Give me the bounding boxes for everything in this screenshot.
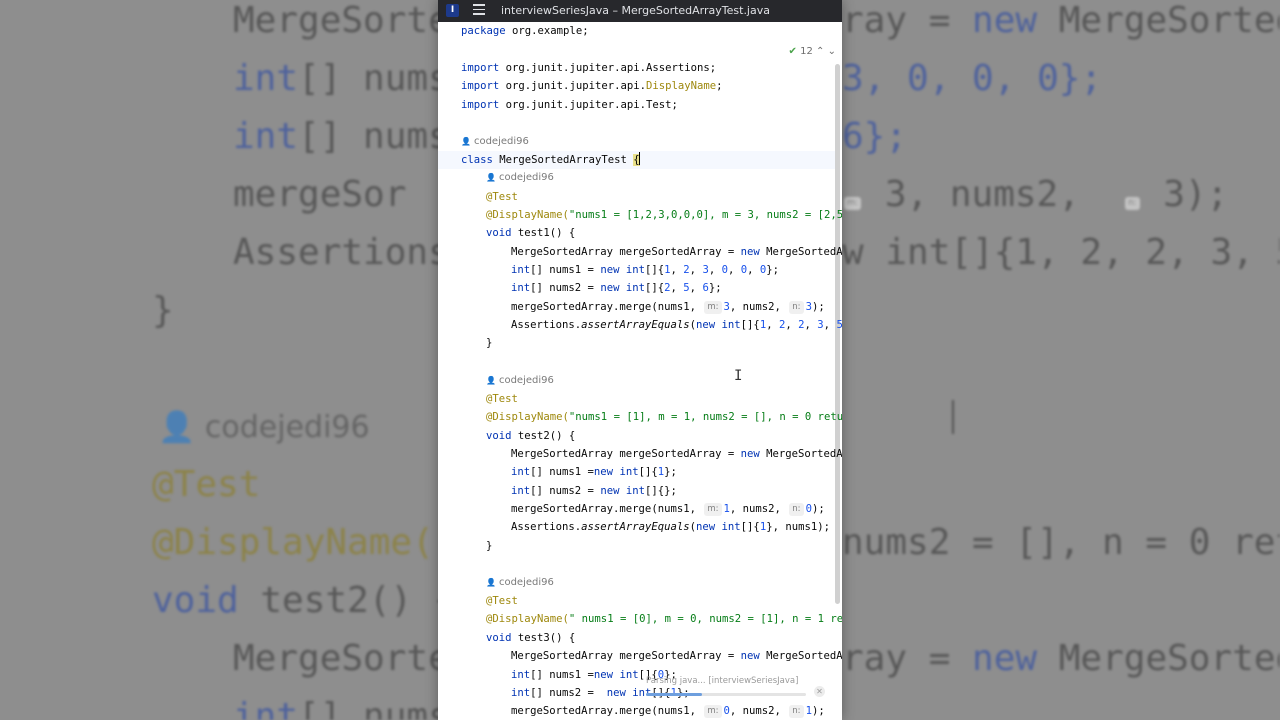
- code-line: import org.junit.jupiter.api.Assertions;: [461, 62, 717, 74]
- bg-line: mergeSor: [233, 174, 407, 215]
- param-hint: m:: [704, 705, 722, 718]
- person-icon: 👤: [486, 578, 496, 587]
- bg-line: MergeSorte: [233, 638, 450, 679]
- bg-line: @DisplayName(": [152, 522, 456, 563]
- chevron-up-icon[interactable]: ⌃: [816, 46, 824, 57]
- author-hint[interactable]: 👤 codejedi96: [486, 171, 554, 185]
- person-icon: 👤: [486, 173, 496, 182]
- intellij-icon[interactable]: I: [446, 4, 459, 17]
- code-line: mergeSortedArray.merge(nums1, m: 0, nums2…: [511, 705, 825, 718]
- close-icon[interactable]: ✕: [814, 686, 825, 697]
- code-line: @DisplayName("nums1 = [1], m = 1, nums2 …: [486, 411, 842, 423]
- title-bar: I interviewSeriesJava – MergeSortedArray…: [438, 0, 842, 22]
- person-icon: 👤: [486, 376, 496, 385]
- code-line: mergeSortedArray.merge(nums1, m: 3, nums2…: [511, 301, 825, 314]
- bg-line: }: [152, 290, 174, 331]
- code-line: import org.junit.jupiter.api.DisplayName…: [461, 80, 723, 92]
- author-hint[interactable]: 👤 codejedi96: [461, 135, 529, 149]
- check-icon: ✔: [788, 46, 797, 57]
- code-line: Assertions.assertArrayEquals(new int[]{1…: [511, 319, 842, 331]
- window-title: interviewSeriesJava – MergeSortedArrayTe…: [501, 4, 770, 17]
- param-hint: n:: [789, 705, 804, 718]
- vertical-scrollbar[interactable]: [835, 64, 840, 604]
- code-line: int[] nums2 = new int[]{};: [511, 485, 677, 497]
- code-line: int[] nums1 = new int[]{1, 2, 3, 0, 0, 0…: [511, 264, 780, 276]
- code-line: MergeSortedArray mergeSortedArray = new …: [511, 650, 842, 662]
- author-hint[interactable]: 👤 codejedi96: [486, 374, 554, 388]
- bg-line: ray = new MergeSortedA: [842, 638, 1280, 679]
- bg-author: 👤 codejedi96: [158, 410, 370, 445]
- code-line: @Test: [486, 595, 518, 607]
- param-hint: n:: [789, 301, 804, 314]
- bg-line: MergeSorte: [233, 0, 450, 41]
- param-hint: n:: [789, 503, 804, 516]
- bg-line: Assertions: [233, 232, 450, 273]
- code-line: int[] nums2 = new int[]{2, 5, 6};: [511, 282, 722, 294]
- author-hint[interactable]: 👤 codejedi96: [486, 576, 554, 590]
- bg-line: w int[]{1, 2, 2, 3, 5: [842, 232, 1280, 273]
- bg-line: int[] nums: [233, 696, 450, 720]
- bg-line: 6};: [842, 116, 908, 157]
- code-line: }: [486, 337, 493, 349]
- progress-bar: [646, 693, 806, 696]
- code-line: int[] nums1 =new int[]{1};: [511, 466, 677, 478]
- bg-line: 3, 0, 0, 0};: [842, 58, 1103, 99]
- ide-window: I interviewSeriesJava – MergeSortedArray…: [438, 0, 842, 720]
- hamburger-menu-icon[interactable]: [473, 4, 485, 16]
- code-line: mergeSortedArray.merge(nums1, m: 1, nums2…: [511, 503, 825, 516]
- code-line: void test3() {: [486, 632, 576, 644]
- code-line: MergeSortedArray mergeSortedArray = new …: [511, 448, 842, 460]
- bg-line: ray = new MergeSortedA: [842, 0, 1280, 41]
- status-text: Parsing java... [interviewSeriesJava]: [646, 676, 799, 686]
- bg-line: int[] nums: [233, 116, 450, 157]
- code-line: import org.junit.jupiter.api.Test;: [461, 99, 678, 111]
- inspection-count: 12: [800, 46, 813, 57]
- code-line: }: [486, 540, 493, 552]
- code-line: @Test: [486, 393, 518, 405]
- bg-text-cursor: [952, 400, 954, 434]
- param-hint: m:: [704, 301, 722, 314]
- code-line: Assertions.assertArrayEquals(new int[]{1…: [511, 521, 830, 533]
- code-line: package org.example;: [461, 25, 589, 37]
- code-line: void test2() {: [486, 430, 576, 442]
- bg-line: int[] nums: [233, 58, 450, 99]
- text-caret: [638, 152, 641, 165]
- bg-line: m: 3, nums2, n: 3);: [842, 174, 1228, 215]
- bg-line: void test2() {: [152, 580, 456, 621]
- code-editor[interactable]: ✔ 12 ⌃ ⌄ package org.example; import org…: [438, 22, 842, 720]
- background-task-popup[interactable]: Parsing java... [interviewSeriesJava] ✕: [646, 676, 826, 702]
- code-line: void test1() {: [486, 227, 576, 239]
- code-line: @Test: [486, 191, 518, 203]
- code-line: MergeSortedArray mergeSortedArray = new …: [511, 246, 842, 258]
- text-cursor-icon: I: [734, 368, 743, 384]
- code-line: @DisplayName("nums1 = [1,2,3,0,0,0], m =…: [486, 209, 842, 221]
- code-line: class MergeSortedArrayTest {: [461, 152, 641, 166]
- inspection-widget[interactable]: ✔ 12 ⌃ ⌄: [789, 46, 836, 60]
- chevron-down-icon[interactable]: ⌄: [828, 46, 836, 57]
- code-line: @DisplayName(" nums1 = [0], m = 0, nums2…: [486, 613, 842, 625]
- progress-fill: [646, 693, 702, 696]
- person-icon: 👤: [461, 137, 471, 146]
- param-hint: m:: [704, 503, 722, 516]
- bg-line: @Test: [152, 464, 261, 505]
- bg-line: nums2 = [], n = 0 retu: [842, 522, 1280, 563]
